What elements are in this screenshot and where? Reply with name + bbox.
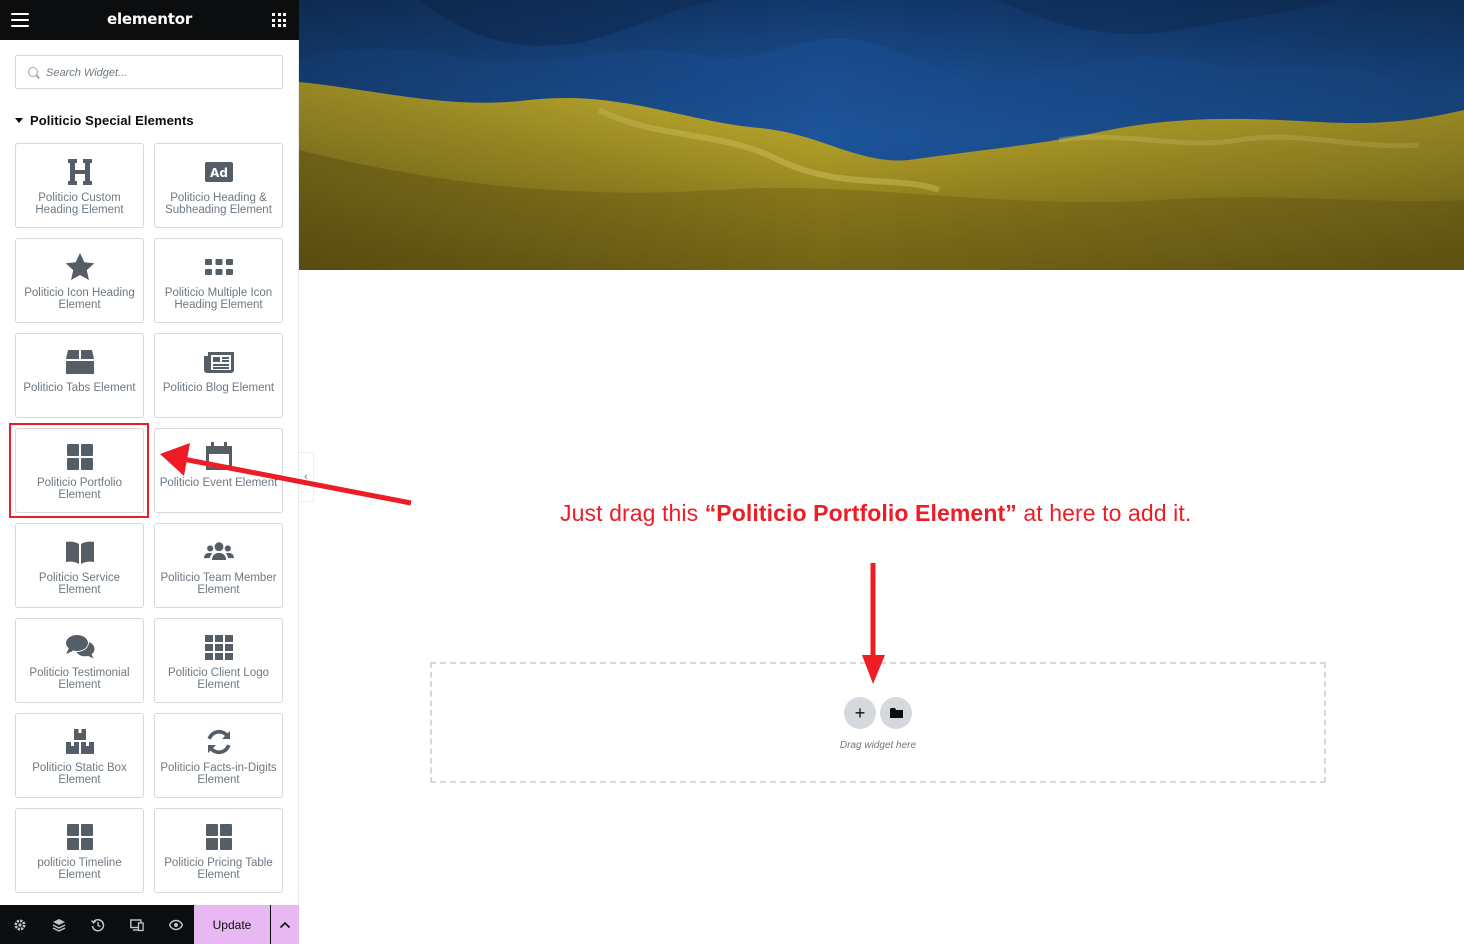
th-large-icon <box>65 441 95 473</box>
sync-icon <box>204 726 234 758</box>
widget-label: politicio Timeline Element <box>37 857 122 881</box>
caret-down-icon <box>15 117 23 123</box>
star-icon <box>65 251 95 283</box>
widget-pricing-table[interactable]: Politicio Pricing Table Element <box>154 808 283 893</box>
widget-label: Politicio Multiple Icon Heading Element <box>164 287 273 311</box>
empty-section-dropzone[interactable]: + Drag widget here <box>430 662 1326 783</box>
widget-portfolio[interactable]: Politicio Portfolio Element <box>15 428 144 513</box>
widget-label: Politicio Client Logo Element <box>167 667 269 691</box>
search-box <box>15 55 283 89</box>
widget-tabs[interactable]: Politicio Tabs Element <box>15 333 144 418</box>
widget-label: Politicio Custom Heading Element <box>35 192 124 216</box>
widget-label: Politicio Portfolio Element <box>36 477 122 501</box>
widget-label: Politicio Tabs Element <box>23 382 136 394</box>
widget-timeline[interactable]: politicio Timeline Element <box>15 808 144 893</box>
settings-icon[interactable] <box>0 905 39 944</box>
boxes-icon <box>65 726 95 758</box>
widget-label: Politicio Event Element <box>159 477 278 489</box>
update-button[interactable]: Update <box>194 905 270 944</box>
responsive-icon[interactable] <box>117 905 156 944</box>
th-large-icon <box>65 821 95 853</box>
instruction-post: at here to add it. <box>1016 500 1192 526</box>
widget-label: Politicio Icon Heading Element <box>24 287 135 311</box>
users-icon <box>203 536 234 568</box>
panel-footer: Update <box>0 905 299 944</box>
widget-heading-subheading[interactable]: Ad Politicio Heading & Subheading Elemen… <box>154 143 283 228</box>
dots-grid-icon <box>204 251 234 283</box>
widget-team-member[interactable]: Politicio Team Member Element <box>154 523 283 608</box>
widget-grid: Politicio Custom Heading Element Ad Poli… <box>15 143 283 893</box>
widget-label: Politicio Service Element <box>38 572 121 596</box>
widget-service[interactable]: Politicio Service Element <box>15 523 144 608</box>
widget-facts-in-digits[interactable]: Politicio Facts-in-Digits Element <box>154 713 283 798</box>
widget-label: Politicio Testimonial Element <box>29 667 130 691</box>
collapse-panel-button[interactable]: ‹ <box>299 452 314 502</box>
folder-icon <box>889 708 903 718</box>
history-icon[interactable] <box>78 905 117 944</box>
preview-icon[interactable] <box>156 905 195 944</box>
widget-blog[interactable]: Politicio Blog Element <box>154 333 283 418</box>
search-icon <box>28 67 38 77</box>
widget-static-box[interactable]: Politicio Static Box Element <box>15 713 144 798</box>
widget-multiple-icon-heading[interactable]: Politicio Multiple Icon Heading Element <box>154 238 283 323</box>
chevron-up-icon <box>279 921 291 928</box>
chevron-left-icon: ‹ <box>304 471 308 483</box>
newspaper-icon <box>203 346 234 378</box>
category-header[interactable]: Politicio Special Elements <box>15 112 194 128</box>
plus-icon: + <box>854 703 866 723</box>
widget-custom-heading[interactable]: Politicio Custom Heading Element <box>15 143 144 228</box>
widget-label: Politicio Static Box Element <box>32 762 127 786</box>
widget-icon-heading[interactable]: Politicio Icon Heading Element <box>15 238 144 323</box>
category-label: Politicio Special Elements <box>30 112 194 128</box>
th-icon <box>204 631 234 663</box>
th-large-icon <box>204 821 234 853</box>
book-open-icon <box>65 536 95 568</box>
add-section-button[interactable]: + <box>844 697 876 729</box>
update-options-button[interactable] <box>271 905 299 944</box>
hero-flag-image <box>299 0 1464 270</box>
widget-testimonial[interactable]: Politicio Testimonial Element <box>15 618 144 703</box>
widget-panel: elementor Politicio Special Elements Pol… <box>0 0 299 944</box>
dropzone-hint: Drag widget here <box>839 740 917 751</box>
app-logo: elementor <box>106 10 193 28</box>
widget-label: Politicio Team Member Element <box>160 572 277 596</box>
widget-label: Politicio Pricing Table Element <box>164 857 273 881</box>
search-input[interactable] <box>46 62 266 84</box>
elementor-editor: Just drag this “Politicio Portfolio Elem… <box>0 0 1464 944</box>
heading-icon <box>65 156 95 188</box>
instruction-annotation: Just drag this “Politicio Portfolio Elem… <box>560 500 1240 527</box>
navigator-icon[interactable] <box>39 905 78 944</box>
widget-label: Politicio Facts-in-Digits Element <box>160 762 277 786</box>
grid-icon[interactable] <box>272 13 286 27</box>
panel-header: elementor <box>0 0 299 40</box>
svg-text:Ad: Ad <box>210 166 228 180</box>
add-template-button[interactable] <box>880 697 912 729</box>
widget-event[interactable]: Politicio Event Element <box>154 428 283 513</box>
instruction-pre: Just drag this <box>560 500 705 526</box>
widget-label: Politicio Heading & Subheading Element <box>165 192 272 216</box>
comments-icon <box>65 631 95 663</box>
widget-label: Politicio Blog Element <box>162 382 275 394</box>
instruction-bold: “Politicio Portfolio Element” <box>704 500 1017 526</box>
widget-client-logo[interactable]: Politicio Client Logo Element <box>154 618 283 703</box>
calendar-icon <box>204 441 234 473</box>
ad-icon: Ad <box>204 156 234 188</box>
box-icon <box>65 346 95 378</box>
